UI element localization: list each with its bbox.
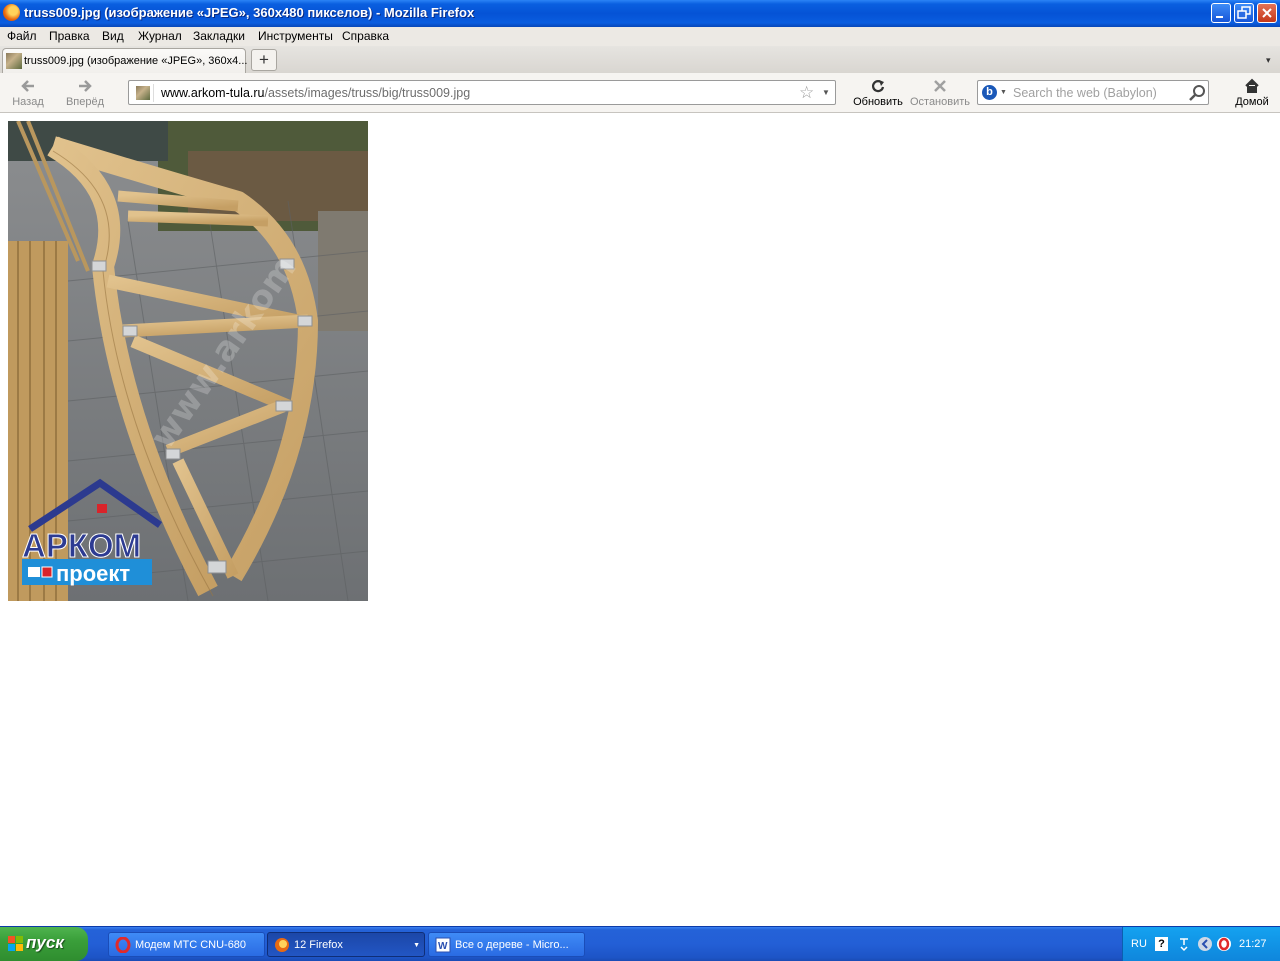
reload-button[interactable]: Обновить: [852, 76, 904, 110]
taskbar-label-word: Все о дереве - Micro...: [455, 939, 569, 951]
tab-label: truss009.jpg (изображение «JPEG», 360x4.…: [24, 55, 248, 67]
minimize-icon: [1216, 16, 1223, 18]
menu-edit[interactable]: Правка: [49, 29, 90, 43]
stop-label: Остановить: [909, 96, 971, 108]
close-button[interactable]: [1257, 3, 1277, 23]
search-input[interactable]: Search the web (Babylon): [1013, 86, 1157, 100]
language-indicator[interactable]: RU: [1131, 938, 1147, 950]
window-title: truss009.jpg (изображение «JPEG», 360x48…: [24, 5, 475, 20]
logo-proekt: проект: [56, 561, 130, 586]
menu-file[interactable]: Файл: [7, 29, 37, 43]
start-button[interactable]: пуск: [0, 927, 88, 961]
start-label: пуск: [26, 933, 64, 952]
image-favicon-icon: [136, 86, 150, 100]
taskbar-button-firefox[interactable]: 12 Firefox ▼: [267, 932, 425, 957]
image-favicon-icon: [6, 53, 22, 69]
back-arrow-icon: [21, 80, 34, 92]
bookmark-star-icon[interactable]: ☆: [799, 83, 814, 103]
back-label: Назад: [12, 96, 44, 108]
new-tab-button[interactable]: +: [251, 49, 277, 71]
engine-dropdown-icon[interactable]: ▼: [1000, 89, 1007, 96]
forward-button[interactable]: Вперёд: [61, 76, 109, 110]
stop-button[interactable]: Остановить: [909, 76, 971, 110]
address-bar[interactable]: www.arkom-tula.ru/assets/images/truss/bi…: [128, 80, 836, 105]
search-bar[interactable]: b ▼ Search the web (Babylon): [977, 80, 1209, 105]
search-icon: [1189, 85, 1205, 101]
clock: 21:27: [1239, 938, 1267, 950]
firefox-icon: [3, 4, 20, 21]
minimize-button[interactable]: [1211, 3, 1231, 23]
firefox-icon: [275, 938, 289, 952]
truss-photo-drawing: www.arkom АРКОМ проект: [8, 121, 368, 601]
address-path: /assets/images/truss/big/truss009.jpg: [264, 86, 471, 100]
title-bar: truss009.jpg (изображение «JPEG», 360x48…: [0, 0, 1280, 27]
taskbar-label-firefox: 12 Firefox: [294, 939, 343, 951]
menu-bookmarks[interactable]: Закладки: [193, 29, 245, 43]
menu-bar: Файл Правка Вид Журнал Закладки Инструме…: [0, 27, 1280, 46]
back-tray-icon: [1198, 937, 1212, 951]
logo-arkom: АРКОМ: [22, 527, 141, 564]
restore-icon: [1237, 6, 1251, 19]
reload-icon: [871, 80, 885, 93]
address-domain: www.arkom-tula.ru: [161, 86, 265, 100]
taskbar: пуск Модем МТС CNU-680 12 Firefox ▼ W Вс…: [0, 926, 1280, 961]
reload-label: Обновить: [853, 96, 903, 108]
history-dropdown-icon[interactable]: ▼: [822, 88, 830, 97]
system-tray: RU ? 21:27: [1122, 927, 1280, 961]
forward-label: Вперёд: [65, 96, 105, 108]
taskbar-button-modem[interactable]: Модем МТС CNU-680: [108, 932, 265, 957]
network-tray-icon: [1180, 938, 1188, 952]
taskbar-button-word[interactable]: W Все о дереве - Micro...: [428, 932, 585, 957]
restore-button[interactable]: [1234, 3, 1254, 23]
home-button[interactable]: Домой: [1228, 76, 1276, 110]
taskbar-label-modem: Модем МТС CNU-680: [135, 939, 247, 951]
help-tray-icon[interactable]: ?: [1155, 937, 1168, 951]
truss-photo: www.arkom АРКОМ проект: [8, 121, 368, 601]
home-icon: [1245, 78, 1259, 93]
tab-strip: truss009.jpg (изображение «JPEG», 360x4.…: [0, 46, 1280, 74]
opera-tray-icon: [1217, 937, 1231, 951]
babylon-engine-icon[interactable]: b: [982, 85, 997, 100]
close-icon: [1262, 8, 1272, 18]
navigation-toolbar: Назад Вперёд www.arkom-tula.ru/assets/im…: [0, 73, 1280, 113]
site-identity-button[interactable]: [133, 84, 154, 102]
forward-arrow-icon: [79, 80, 92, 92]
group-dropdown-icon: ▼: [413, 942, 420, 949]
back-button[interactable]: Назад: [4, 76, 52, 110]
tab-truss009[interactable]: truss009.jpg (изображение «JPEG», 360x4.…: [2, 48, 248, 73]
svg-text:W: W: [438, 941, 448, 952]
menu-help[interactable]: Справка: [342, 29, 389, 43]
stop-icon: [934, 80, 946, 92]
home-label: Домой: [1235, 96, 1269, 108]
word-document-icon: W: [435, 937, 451, 953]
tab-list-chevron-icon[interactable]: ▾: [1266, 55, 1271, 66]
menu-view[interactable]: Вид: [102, 29, 124, 43]
mts-modem-icon: [115, 937, 131, 953]
windows-flag-icon: [8, 936, 23, 951]
menu-tools[interactable]: Инструменты: [258, 29, 333, 43]
address-url[interactable]: www.arkom-tula.ru/assets/images/truss/bi…: [161, 86, 470, 100]
menu-history[interactable]: Журнал: [138, 29, 182, 43]
